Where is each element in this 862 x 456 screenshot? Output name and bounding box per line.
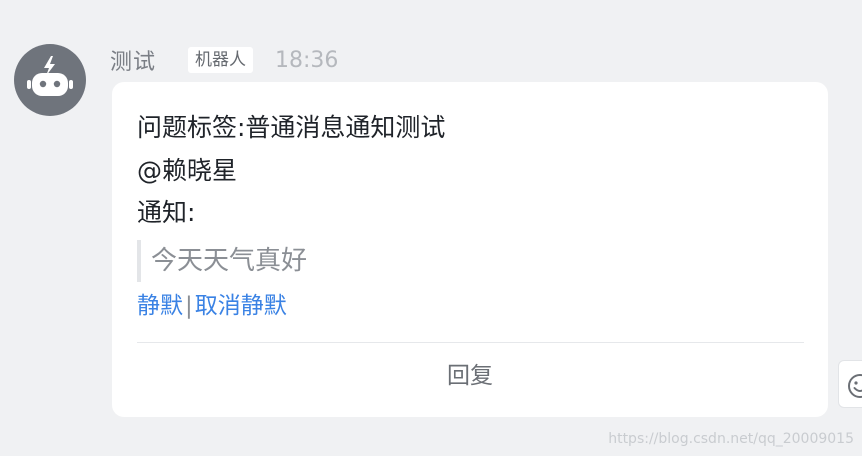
link-separator: |	[185, 293, 193, 319]
message-line-tag: 问题标签:普通消息通知测试	[137, 113, 446, 142]
emoji-reaction-button[interactable]	[838, 360, 862, 408]
unmute-link[interactable]: 取消静默	[195, 293, 287, 319]
reply-button[interactable]: 回复	[112, 358, 828, 394]
action-links: 静默|取消静默	[137, 291, 287, 321]
message-bubble: 问题标签:普通消息通知测试 @赖晓星 通知: 今天天气真好 静默|取消静默 回复	[112, 82, 828, 417]
message-header: 测试 机器人 18:36	[110, 44, 338, 76]
mute-link[interactable]: 静默	[137, 293, 183, 319]
bot-avatar[interactable]	[14, 44, 86, 116]
quote-block: 今天天气真好	[137, 240, 307, 282]
emoji-icon	[848, 374, 862, 398]
watermark: https://blog.csdn.net/qq_20009015	[608, 431, 854, 447]
bot-badge: 机器人	[188, 47, 254, 73]
divider	[137, 342, 804, 343]
message-time: 18:36	[275, 47, 339, 73]
sender-name[interactable]: 测试	[110, 44, 156, 76]
message-line-notice: 通知:	[137, 198, 196, 227]
robot-icon	[27, 56, 73, 96]
message-line-mention[interactable]: @赖晓星	[137, 155, 237, 187]
